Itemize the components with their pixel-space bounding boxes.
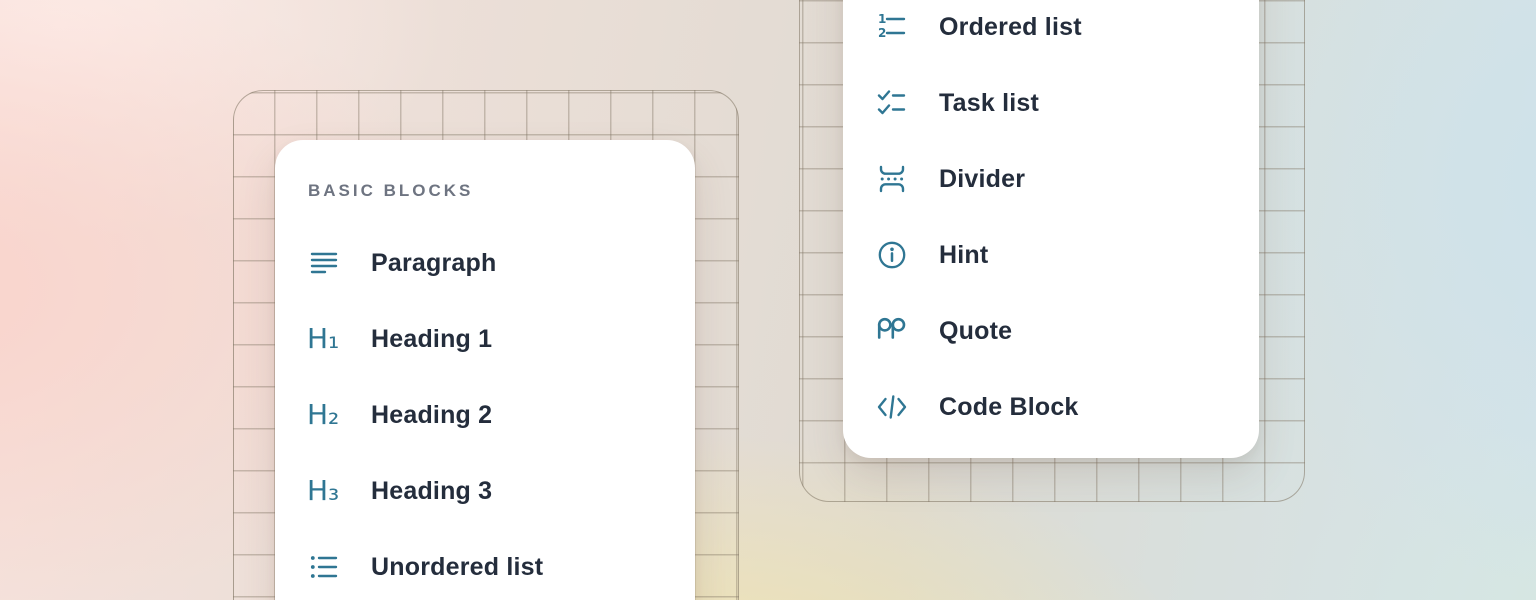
menu-item-label: Divider (939, 165, 1025, 194)
menu-item-label: Heading 2 (371, 401, 492, 430)
menu-item-label: Task list (939, 89, 1039, 118)
editor-blocks-illustration: BASIC BLOCKS Paragraph H₁ Heading 1 H₂ (0, 0, 1536, 600)
basic-blocks-menu: BASIC BLOCKS Paragraph H₁ Heading 1 H₂ (275, 140, 695, 600)
menu-item-label: Heading 3 (371, 477, 492, 506)
code-block-icon (875, 390, 909, 424)
task-list-icon (875, 86, 909, 120)
menu-item-label: Hint (939, 241, 988, 270)
divider-icon (875, 162, 909, 196)
menu-item-hint[interactable]: Hint (875, 235, 1245, 275)
menu-item-quote[interactable]: Quote (875, 311, 1245, 351)
menu-item-label: Code Block (939, 393, 1079, 422)
menu-item-ordered-list[interactable]: 1 2 Ordered list (875, 7, 1245, 47)
menu-item-heading-1[interactable]: H₁ Heading 1 (307, 319, 681, 359)
menu-item-label: Paragraph (371, 249, 496, 278)
heading-1-icon: H₁ (307, 322, 341, 356)
ordered-list-icon: 1 2 (875, 10, 909, 44)
menu-item-heading-3[interactable]: H₃ Heading 3 (307, 471, 681, 511)
svg-text:2: 2 (878, 26, 886, 40)
svg-text:1: 1 (878, 12, 886, 26)
unordered-list-icon (307, 550, 341, 584)
menu-item-code-block[interactable]: Code Block (875, 387, 1245, 427)
menu-item-paragraph[interactable]: Paragraph (307, 243, 681, 283)
menu-item-label: Quote (939, 317, 1012, 346)
menu-item-divider[interactable]: Divider (875, 159, 1245, 199)
heading-3-icon: H₃ (307, 474, 341, 508)
menu-item-label: Unordered list (371, 553, 543, 582)
blocks-menu-continued: 1 2 Ordered list Task list (843, 0, 1259, 458)
section-title: BASIC BLOCKS (308, 181, 473, 201)
menu-item-unordered-list[interactable]: Unordered list (307, 547, 681, 587)
hint-icon (875, 238, 909, 272)
quote-icon (875, 314, 909, 348)
menu-item-label: Ordered list (939, 13, 1082, 42)
menu-item-task-list[interactable]: Task list (875, 83, 1245, 123)
heading-2-icon: H₂ (307, 398, 341, 432)
paragraph-icon (307, 246, 341, 280)
menu-item-label: Heading 1 (371, 325, 492, 354)
menu-item-heading-2[interactable]: H₂ Heading 2 (307, 395, 681, 435)
